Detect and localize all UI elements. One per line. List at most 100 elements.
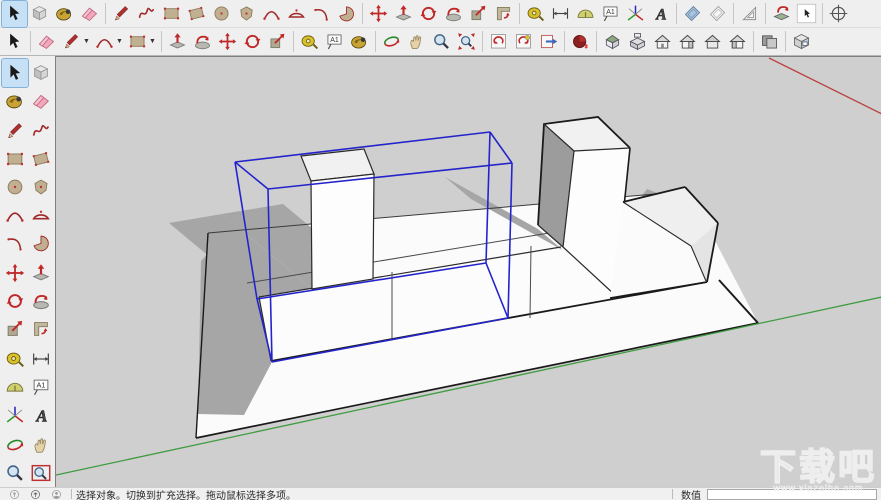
tool-eraser[interactable]	[34, 29, 59, 55]
tool-push-pull[interactable]	[165, 29, 190, 55]
tool-rectangle[interactable]	[159, 1, 184, 27]
tool-polygon[interactable]	[234, 1, 259, 27]
tool-zoom[interactable]	[429, 29, 454, 55]
tool-three-point-arc[interactable]	[2, 229, 28, 257]
tool-component[interactable]	[28, 59, 54, 87]
tool-select[interactable]	[2, 1, 27, 27]
tool-back-view[interactable]	[700, 29, 725, 55]
tool-rotate[interactable]	[2, 287, 28, 315]
tool-circle[interactable]	[2, 173, 28, 201]
tool-right-view[interactable]	[675, 29, 700, 55]
tool-axes[interactable]	[623, 1, 648, 27]
tool-push-pull[interactable]	[28, 259, 54, 287]
tool-follow-me[interactable]	[28, 287, 54, 315]
tool-eraser[interactable]	[77, 1, 102, 27]
tool-eraser[interactable]	[28, 87, 54, 115]
tool-previous-view[interactable]	[486, 29, 511, 55]
tool-text[interactable]	[28, 373, 54, 401]
tool-line[interactable]	[109, 1, 134, 27]
tool-rotated-rectangle[interactable]	[28, 145, 54, 173]
dropdown-arrow-icon[interactable]: ▼	[83, 38, 90, 45]
tool-pie[interactable]	[28, 229, 54, 257]
tool-component[interactable]	[27, 1, 52, 27]
tool-pan[interactable]	[28, 431, 54, 459]
tool-tape-measure[interactable]	[297, 29, 322, 55]
tool-push-pull[interactable]	[391, 1, 416, 27]
tool-zoom-window[interactable]	[28, 459, 54, 487]
tool-scale[interactable]	[265, 29, 290, 55]
tool-arc[interactable]: ▼	[92, 29, 125, 55]
geolocation-button[interactable]	[9, 489, 20, 500]
tool-offset[interactable]	[28, 315, 54, 343]
tool-two-point-arc[interactable]	[284, 1, 309, 27]
tool-next-view[interactable]	[511, 29, 536, 55]
tool-orbit[interactable]	[379, 29, 404, 55]
tool-zoom[interactable]	[2, 459, 28, 487]
tool-crosshair[interactable]	[826, 1, 851, 27]
tool-dimension[interactable]	[548, 1, 573, 27]
tool-rotate[interactable]	[416, 1, 441, 27]
tool-scale[interactable]	[466, 1, 491, 27]
tool-section-plane[interactable]	[680, 1, 705, 27]
tool-3d-text[interactable]	[648, 1, 673, 27]
tool-axes[interactable]	[2, 401, 28, 429]
tool-top-view[interactable]	[625, 29, 650, 55]
tool-iso-view[interactable]	[600, 29, 625, 55]
tool-look-around[interactable]	[769, 1, 794, 27]
tool-freehand[interactable]	[134, 1, 159, 27]
tool-zoom-extents[interactable]	[454, 29, 479, 55]
tool-select[interactable]	[2, 59, 28, 87]
dropdown-arrow-icon[interactable]: ▼	[149, 38, 156, 45]
tool-text[interactable]	[322, 29, 347, 55]
dropdown-arrow-icon[interactable]: ▼	[116, 38, 123, 45]
tool-tape-measure[interactable]	[2, 345, 28, 373]
tool-arc[interactable]	[2, 201, 28, 229]
tool-offset[interactable]	[491, 1, 516, 27]
tool-rotate[interactable]	[240, 29, 265, 55]
tool-circle[interactable]	[209, 1, 234, 27]
tool-protractor[interactable]	[573, 1, 598, 27]
tool-line[interactable]: ▼	[59, 29, 92, 55]
tool-rotated-rectangle[interactable]	[184, 1, 209, 27]
tool-follow-me[interactable]	[190, 29, 215, 55]
tool-pan[interactable]	[404, 29, 429, 55]
tool-move[interactable]	[366, 1, 391, 27]
tool-pie[interactable]	[334, 1, 359, 27]
tool-photo-match[interactable]	[789, 29, 814, 55]
tool-follow-me[interactable]	[441, 1, 466, 27]
tool-instructor[interactable]	[794, 1, 819, 27]
tool-select[interactable]	[2, 29, 27, 55]
tool-rectangle[interactable]	[2, 145, 28, 173]
tool-paint-bucket[interactable]	[2, 87, 28, 115]
tool-freehand[interactable]	[28, 117, 54, 145]
tool-text[interactable]	[598, 1, 623, 27]
viewport-3d[interactable]: 下载吧 www.xiazaiba.com	[55, 56, 881, 487]
tool-rectangle[interactable]: ▼	[125, 29, 158, 55]
vcb-input[interactable]	[707, 489, 877, 500]
tool-styles[interactable]	[757, 29, 782, 55]
tool-dimension[interactable]	[28, 345, 54, 373]
tool-move[interactable]	[215, 29, 240, 55]
tool-protractor[interactable]	[2, 373, 28, 401]
tool-3d-text[interactable]	[28, 401, 54, 429]
tool-polygon[interactable]	[28, 173, 54, 201]
tool-front-view[interactable]	[650, 29, 675, 55]
tool-tape-measure[interactable]	[523, 1, 548, 27]
tool-left-view[interactable]	[725, 29, 750, 55]
tool-export-view[interactable]	[536, 29, 561, 55]
tool-orbit[interactable]	[2, 431, 28, 459]
tool-three-point-arc[interactable]	[309, 1, 334, 27]
sign-in-button[interactable]	[51, 489, 62, 500]
claim-credit-button[interactable]	[30, 489, 41, 500]
tool-line[interactable]	[2, 117, 28, 145]
tool-section-fill[interactable]	[737, 1, 762, 27]
tool-shadows[interactable]	[568, 29, 593, 55]
tool-two-point-arc[interactable]	[28, 201, 54, 229]
tool-arc[interactable]	[259, 1, 284, 27]
tool-section-display[interactable]	[705, 1, 730, 27]
tool-scale[interactable]	[2, 315, 28, 343]
tool-move[interactable]	[2, 259, 28, 287]
tool-paint-bucket[interactable]	[347, 29, 372, 55]
column-box[interactable]	[301, 149, 374, 289]
tool-paint-bucket[interactable]	[52, 1, 77, 27]
